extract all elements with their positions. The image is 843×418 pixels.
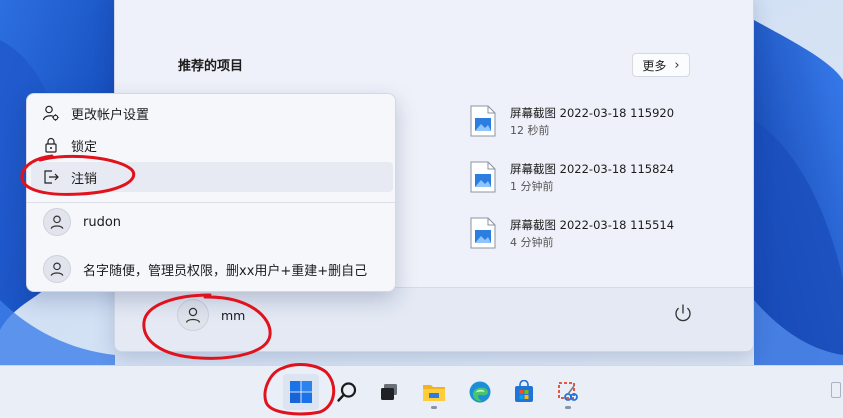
recommended-item[interactable]: 屏幕截图 2022-03-18 115824 1 分钟前	[470, 159, 720, 199]
search-icon	[337, 382, 357, 402]
show-desktop-button[interactable]	[831, 382, 841, 398]
recommended-item-name: 屏幕截图 2022-03-18 115920	[510, 106, 675, 120]
more-button[interactable]: 更多 ›	[632, 53, 690, 77]
recommended-item[interactable]: 屏幕截图 2022-03-18 115514 4 分钟前	[470, 215, 720, 255]
avatar	[177, 299, 209, 331]
store-icon	[515, 380, 533, 402]
running-indicator	[431, 406, 437, 409]
user-account-button[interactable]: mm	[177, 297, 245, 333]
task-view-icon	[381, 384, 397, 400]
image-file-icon	[470, 105, 496, 137]
menu-item-label: 注销	[71, 171, 98, 187]
snipping-tool-button[interactable]	[550, 374, 586, 410]
switch-account-item[interactable]: 名字随便，管理员权限，删xx用户+重建+删自己	[31, 250, 393, 288]
menu-item-label: 锁定	[71, 139, 98, 155]
recommended-item-time: 12 秒前	[510, 124, 550, 137]
account-name: rudon	[83, 214, 122, 230]
task-view-button[interactable]	[371, 374, 407, 410]
menu-item-sign-out[interactable]: 注销	[31, 162, 393, 192]
menu-item-lock[interactable]: 锁定	[31, 130, 393, 160]
user-name: mm	[221, 307, 246, 323]
store-button[interactable]	[506, 374, 542, 410]
power-icon[interactable]	[670, 301, 696, 327]
recommended-title: 推荐的项目	[178, 59, 244, 74]
image-file-icon	[470, 217, 496, 249]
recommended-item-time: 1 分钟前	[510, 180, 554, 193]
sign-out-icon	[41, 167, 61, 187]
switch-account-item[interactable]: rudon	[31, 203, 393, 241]
account-settings-icon	[41, 103, 61, 123]
start-button[interactable]	[283, 374, 319, 410]
edge-icon	[469, 381, 491, 403]
image-file-icon	[470, 161, 496, 193]
menu-item-label: 更改帐户设置	[71, 107, 150, 123]
account-name: 名字随便，管理员权限，删xx用户+重建+删自己	[83, 263, 368, 279]
user-icon	[50, 215, 64, 229]
recommended-item-name: 屏幕截图 2022-03-18 115514	[510, 218, 675, 232]
taskbar	[0, 365, 843, 418]
snipping-tool-icon	[558, 382, 578, 401]
recommended-item-time: 4 分钟前	[510, 236, 554, 249]
user-icon	[50, 262, 64, 276]
recommended-item[interactable]: 屏幕截图 2022-03-18 115920 12 秒前	[470, 103, 720, 143]
lock-icon	[41, 135, 61, 155]
chevron-right-icon: ›	[674, 57, 680, 73]
more-button-label: 更多	[642, 58, 667, 73]
file-explorer-button[interactable]	[416, 374, 452, 410]
start-icon	[290, 381, 312, 403]
account-context-menu: 更改帐户设置 锁定 注销 rudon 名字随便，管理员权限，删xx用户+重建+删…	[26, 93, 396, 292]
file-explorer-icon	[423, 385, 445, 401]
edge-button[interactable]	[462, 374, 498, 410]
avatar	[43, 255, 71, 283]
menu-item-change-account-settings[interactable]: 更改帐户设置	[31, 98, 393, 128]
running-indicator	[565, 406, 571, 409]
user-icon	[185, 307, 201, 323]
recommended-item-name: 屏幕截图 2022-03-18 115824	[510, 162, 675, 176]
search-button[interactable]	[329, 374, 365, 410]
avatar	[43, 208, 71, 236]
